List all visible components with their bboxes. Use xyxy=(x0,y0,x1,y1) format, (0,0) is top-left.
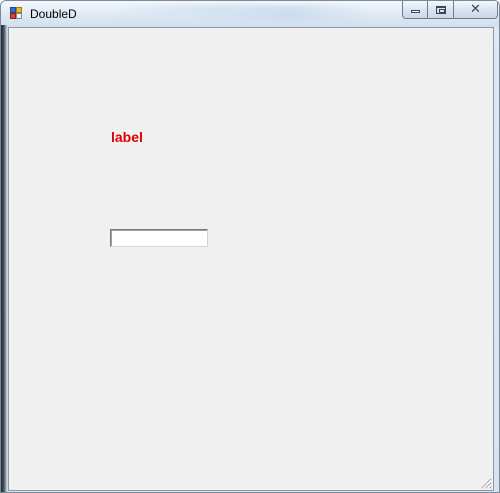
text-input[interactable] xyxy=(110,229,208,247)
maximize-icon xyxy=(435,5,446,14)
close-icon: ✕ xyxy=(470,2,481,17)
form-label: label xyxy=(111,129,143,145)
app-window: DoubleD ✕ label xyxy=(0,0,500,493)
maximize-button[interactable] xyxy=(428,1,454,19)
title-bar-glass xyxy=(111,5,371,21)
minimize-button[interactable] xyxy=(402,1,428,19)
resize-grip-icon[interactable] xyxy=(479,476,492,489)
window-title: DoubleD xyxy=(30,7,77,21)
form-client-area: label xyxy=(8,27,494,491)
close-button[interactable]: ✕ xyxy=(454,1,498,19)
caption-buttons: ✕ xyxy=(402,1,498,19)
window-shadow xyxy=(1,25,8,492)
app-icon[interactable] xyxy=(10,7,23,20)
title-bar[interactable]: DoubleD ✕ xyxy=(1,1,499,27)
minimize-icon xyxy=(410,10,420,13)
